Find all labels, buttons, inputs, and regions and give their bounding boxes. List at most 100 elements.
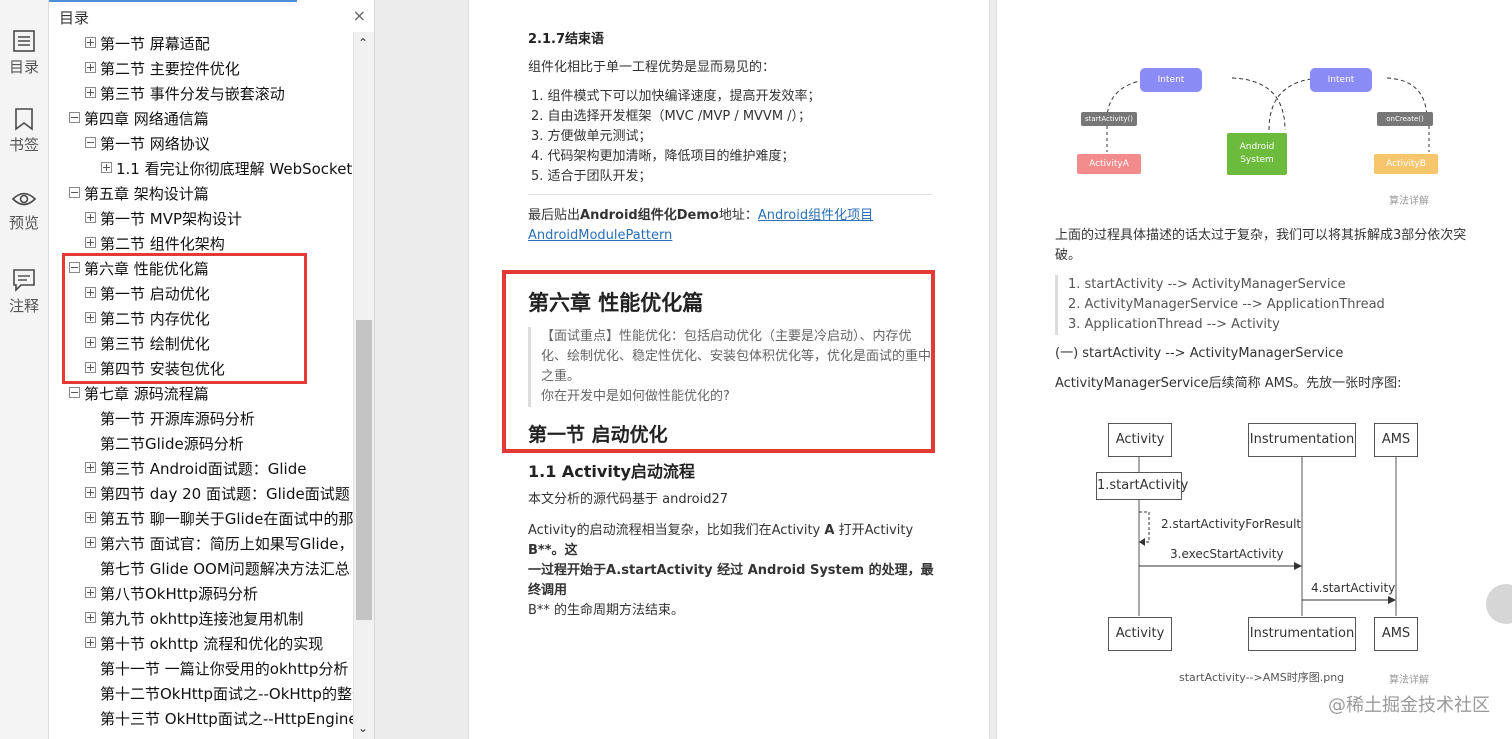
toc-item[interactable]: 第一节 网络协议 (85, 132, 353, 157)
toc-item[interactable]: 第一节 MVP架构设计 (85, 207, 353, 232)
list-item: 2. 自由选择开发框架（MVC /MVP / MVVM /）； (531, 109, 812, 124)
collapse-minus-icon[interactable] (69, 187, 80, 198)
toc-item[interactable]: 第二节 内存优化 (85, 307, 353, 332)
start-activity-label: startActivity() (1081, 112, 1137, 126)
toc-item[interactable]: 第五节 聊一聊关于Glide在面试中的那些事 (85, 507, 353, 532)
toc-title: 目录 (59, 9, 90, 27)
collapse-minus-icon[interactable] (69, 262, 80, 273)
expand-plus-icon[interactable] (85, 362, 96, 373)
toc-item-label: 第三节 绘制优化 (100, 335, 210, 353)
toc-item[interactable]: 第七节 Glide OOM问题解决方法汇总 (85, 557, 353, 582)
toc-item[interactable]: 第四节 安装包优化 (85, 357, 353, 382)
rail-toc-button[interactable]: 目录 (0, 28, 48, 77)
ams-note: ActivityManagerService后续简称 AMS。先放一张时序图: (1055, 376, 1402, 391)
toc-item[interactable]: 第十一节 一篇让你受用的okhttp分析 (85, 657, 353, 682)
collapse-minus-icon[interactable] (85, 137, 96, 148)
expand-plus-icon[interactable] (85, 512, 96, 523)
blockquote: 【面试重点】性能优化：包括启动优化（主要是冷启动）、内存优 化、绘制优化、稳定性… (528, 327, 941, 407)
chapter-6-title: 第六章 性能优化篇 (528, 291, 704, 315)
document-page-left: 2.1.7结束语 组件化相比于单一工程优势是显而易见的： 1. 组件模式下可以加… (469, 0, 989, 739)
demo-bold: Android组件化Demo (580, 208, 719, 223)
demo-prefix: 最后贴出 (528, 208, 581, 223)
rail-preview-button[interactable]: 预览 (0, 188, 48, 233)
demo-prefix-2: 地址： (718, 208, 758, 223)
toc-close-button[interactable]: × (353, 6, 366, 25)
activity-a-box: ActivityA (1077, 154, 1141, 174)
toc-item[interactable]: 第三节 绘制优化 (85, 332, 353, 357)
rail-bookmark-button[interactable]: 书签 (0, 106, 48, 155)
toc-item-label: 第七章 源码流程篇 (84, 385, 209, 403)
toc-item[interactable]: 第九节 okhttp连接池复用机制 (85, 607, 353, 632)
toc-item[interactable]: 第七章 源码流程篇 (69, 382, 353, 407)
toc-item[interactable]: 第一节 开源库源码分析 (85, 407, 353, 432)
toc-item[interactable]: 第十节 okhttp 流程和优化的实现 (85, 632, 353, 657)
expand-plus-icon[interactable] (85, 87, 96, 98)
toc-item-label: 第二节 内存优化 (100, 310, 210, 328)
expand-plus-icon[interactable] (85, 637, 96, 648)
list-item: 5. 适合于团队开发； (531, 169, 652, 184)
toc-item[interactable]: 第一节 启动优化 (85, 282, 353, 307)
arrow-head (1388, 596, 1396, 604)
expand-plus-icon[interactable] (85, 612, 96, 623)
divider (528, 194, 932, 195)
floating-side-button[interactable] (1486, 584, 1512, 624)
toc-item-label: 第一节 网络协议 (100, 135, 210, 153)
toc-item[interactable]: 第三节 事件分发与嵌套滚动 (85, 82, 353, 107)
toc-item[interactable]: 第十二节OkHttp面试之--OkHttp的整个异步请求流程 (85, 682, 353, 707)
on-create-label: onCreate() (1377, 112, 1433, 126)
expand-plus-icon[interactable] (85, 287, 96, 298)
activity-b-box: ActivityB (1374, 154, 1438, 174)
expand-plus-icon[interactable] (85, 237, 96, 248)
toc-item[interactable]: 第八节OkHttp源码分析 (85, 582, 353, 607)
toc-item[interactable]: 第一节 屏幕适配 (85, 32, 353, 57)
expand-plus-icon[interactable] (85, 337, 96, 348)
expand-plus-icon[interactable] (85, 462, 96, 473)
paragraph-line: B** 的生命周期方法结束。 (528, 603, 685, 618)
list-item: 2. ActivityManagerService --> Applicatio… (1068, 297, 1385, 312)
bookmark-icon (15, 108, 33, 131)
demo-line-2: AndroidModulePattern (528, 226, 672, 246)
toc-item[interactable]: 第十三节 OkHttp面试之--HttpEngine中的sendRequest方… (85, 707, 353, 732)
toc-item[interactable]: 第六章 性能优化篇 (69, 257, 353, 282)
toc-item[interactable]: 第四节 day 20 面试题：Glide面试题 (85, 482, 353, 507)
expand-plus-icon[interactable] (85, 587, 96, 598)
quote-line: 之重。 (541, 369, 581, 384)
rail-comment-button[interactable]: 注释 (0, 267, 48, 316)
site-watermark: @稀土掘金技术社区 (1328, 695, 1490, 716)
expand-plus-icon[interactable] (85, 537, 96, 548)
seq-caption: startActivity-->AMS时序图.png (1179, 671, 1345, 684)
expand-plus-icon[interactable] (85, 487, 96, 498)
toc-scroll-thumb[interactable] (356, 320, 372, 620)
collapse-minus-icon[interactable] (69, 387, 80, 398)
rail-comment-label: 注释 (8, 297, 39, 315)
toc-item[interactable]: 第六节 面试官：简历上如果写Glide，请注意 (85, 532, 353, 557)
toc-item[interactable]: 第五章 架构设计篇 (69, 182, 353, 207)
expand-plus-icon[interactable] (85, 62, 96, 73)
toc-item[interactable]: 第二节 组件化架构 (85, 232, 353, 257)
toc-item-label: 第一节 启动优化 (100, 285, 210, 303)
heading-2-1-7: 2.1.7结束语 (528, 32, 605, 47)
scroll-down-arrow-icon[interactable]: ⌄ (358, 721, 368, 735)
paragraph-line: 破。 (1055, 248, 1082, 263)
toc-item-label: 第二节 组件化架构 (100, 235, 225, 253)
toc-icon (13, 30, 35, 52)
advantage-list: 1. 组件模式下可以加快编译速度，提高开发效率； 2. 自由选择开发框架（MVC… (531, 87, 821, 187)
demo-link-2[interactable]: AndroidModulePattern (528, 228, 672, 243)
expand-plus-icon[interactable] (101, 162, 112, 173)
collapse-minus-icon[interactable] (69, 112, 80, 123)
toc-item-label: 第三节 Android面试题：Glide (100, 460, 307, 478)
toc-item[interactable]: 第二节 主要控件优化 (85, 57, 353, 82)
toc-scrollbar[interactable]: ⌃ ⌄ (353, 32, 374, 739)
toc-item[interactable]: 第三节 Android面试题：Glide (85, 457, 353, 482)
demo-link[interactable]: Android组件化项目 (758, 208, 873, 223)
toc-item-label: 第七节 Glide OOM问题解决方法汇总 (100, 560, 350, 578)
toc-item[interactable]: 第二节Glide源码分析 (85, 432, 353, 457)
expand-plus-icon[interactable] (85, 37, 96, 48)
toc-item[interactable]: 第四章 网络通信篇 (69, 107, 353, 132)
scroll-up-arrow-icon[interactable]: ⌃ (358, 36, 368, 50)
activity-paragraph: Activity的启动流程相当复杂，比如我们在Activity A 打开Acti… (528, 521, 938, 621)
expand-plus-icon[interactable] (85, 312, 96, 323)
toc-item[interactable]: 1.1 看完让你彻底理解 WebSocket 原理 (101, 157, 353, 182)
expand-plus-icon[interactable] (85, 212, 96, 223)
section-1-title: 第一节 启动优化 (528, 424, 668, 446)
